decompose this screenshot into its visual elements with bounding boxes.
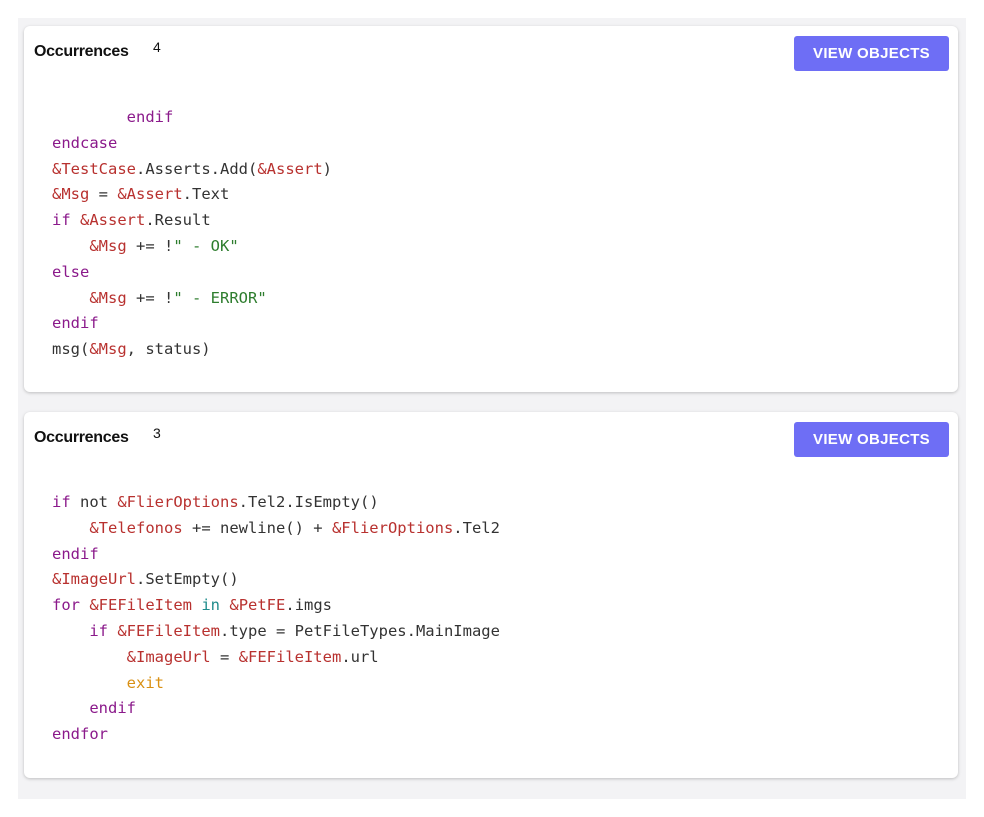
code-token: += ! — [126, 288, 174, 307]
code-token: endif — [89, 699, 136, 718]
code-token: += ! — [126, 236, 174, 255]
view-objects-button[interactable]: VIEW OBJECTS — [794, 422, 949, 457]
code-line: endif — [52, 311, 332, 337]
code-line: endcase — [52, 131, 332, 157]
code-token: &Assert — [80, 211, 146, 230]
code-line: msg(&Msg, status) — [52, 337, 332, 363]
code-token: msg( — [52, 340, 90, 359]
code-token: &Telefonos — [89, 518, 183, 537]
code-line: if &Assert.Result — [52, 208, 332, 234]
code-token: &FlierOptions — [331, 518, 454, 537]
code-token: &FEFileItem — [117, 621, 220, 640]
code-token: &ImageUrl — [52, 570, 136, 589]
code-token: += newline() + — [182, 518, 332, 537]
card-header: Occurrences 4 VIEW OBJECTS — [24, 26, 958, 86]
code-token: &Msg — [89, 288, 127, 307]
code-line: if not &FlierOptions.Tel2.IsEmpty() — [52, 490, 500, 516]
code-line: endif — [52, 696, 500, 722]
code-token: = — [89, 185, 118, 204]
code-token: &ImageUrl — [126, 647, 211, 666]
code-token: .url — [341, 647, 379, 666]
code-snippet: endif endcase &TestCase.Asserts.Add(&Asser… — [52, 105, 332, 363]
code-token: endif — [52, 544, 99, 563]
code-line: for &FEFileItem in &PetFE.imgs — [52, 593, 500, 619]
code-token: .Text — [182, 185, 230, 204]
code-token: &Msg — [89, 236, 127, 255]
code-token: ) — [322, 159, 332, 178]
occurrences-label: Occurrences — [34, 429, 129, 446]
occurrences-label: Occurrences — [34, 43, 129, 60]
code-token: .SetEmpty() — [136, 570, 239, 589]
code-line: if &FEFileItem.type = PetFileTypes.MainI… — [52, 619, 500, 645]
code-line: &Msg += !" - ERROR" — [52, 286, 332, 312]
code-token: .imgs — [285, 596, 333, 615]
results-panel: Occurrences 4 VIEW OBJECTS endif endcase &… — [18, 18, 966, 799]
code-token: &Assert — [117, 185, 183, 204]
card-header: Occurrences 3 VIEW OBJECTS — [24, 412, 958, 472]
occurrences-count: 4 — [153, 39, 161, 55]
code-token: " - ERROR" — [173, 288, 267, 307]
code-token: &FEFileItem — [89, 596, 192, 615]
code-token: &Msg — [52, 185, 90, 204]
code-token: &TestCase — [52, 159, 136, 178]
code-token: else — [52, 262, 90, 281]
code-token: " - OK" — [173, 236, 239, 255]
code-token: endfor — [52, 725, 108, 744]
code-token: endcase — [52, 133, 118, 152]
code-token: exit — [126, 673, 164, 692]
code-line: &TestCase.Asserts.Add(&Assert) — [52, 157, 332, 183]
code-token: &FlierOptions — [117, 493, 239, 511]
code-token: not — [70, 493, 118, 511]
code-token: .Asserts.Add( — [136, 159, 258, 178]
code-token: &Assert — [257, 159, 323, 178]
code-token: endif — [126, 108, 174, 126]
view-objects-button[interactable]: VIEW OBJECTS — [794, 36, 949, 71]
code-line: endif — [52, 542, 500, 568]
occurrence-card: Occurrences 3 VIEW OBJECTS if not &Flier… — [24, 412, 958, 778]
code-token: for — [52, 596, 80, 615]
code-line: &Telefonos += newline() + &FlierOptions.… — [52, 516, 500, 542]
code-token: in — [201, 596, 221, 615]
code-token: &PetFE — [229, 596, 286, 615]
code-token: , status) — [126, 340, 211, 359]
code-token: .Result — [145, 211, 211, 230]
code-token: if — [52, 493, 71, 511]
occurrences-count: 3 — [153, 425, 161, 441]
code-line: else — [52, 260, 332, 286]
occurrence-card: Occurrences 4 VIEW OBJECTS endif endcase &… — [24, 26, 958, 392]
code-token: endif — [52, 314, 99, 333]
code-line: &ImageUrl.SetEmpty() — [52, 567, 500, 593]
code-token: if — [52, 211, 71, 230]
code-line: &ImageUrl = &FEFileItem.url — [52, 645, 500, 671]
code-token: .Tel2 — [453, 518, 500, 537]
code-token: &Msg — [89, 340, 127, 359]
code-token: &FEFileItem — [238, 647, 342, 666]
code-line: &Msg += !" - OK" — [52, 234, 332, 260]
code-token: if — [89, 621, 108, 640]
code-token: .Tel2.IsEmpty() — [238, 493, 379, 511]
code-line: &Msg = &Assert.Text — [52, 182, 332, 208]
code-line: endif — [52, 105, 332, 131]
code-token: .type = PetFileTypes.MainImage — [220, 621, 500, 640]
code-token: = — [210, 647, 239, 666]
code-snippet: if not &FlierOptions.Tel2.IsEmpty() &Tel… — [52, 490, 500, 748]
code-line: exit — [52, 671, 500, 697]
code-line: endfor — [52, 722, 500, 748]
